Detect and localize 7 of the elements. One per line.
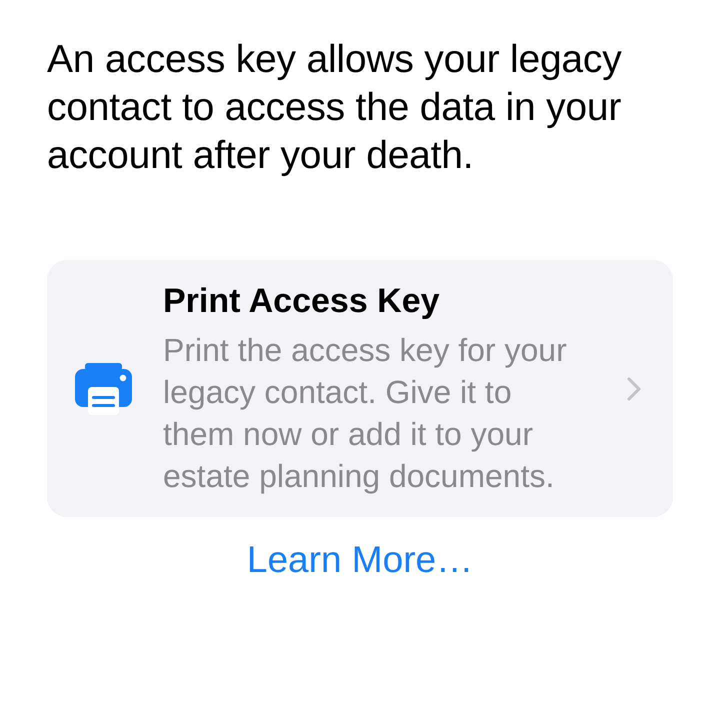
- option-description: Print the access key for your legacy contact. Give it to them now or add it to your estate planning documents.: [163, 330, 568, 496]
- learn-more-link[interactable]: Learn More…: [246, 536, 474, 584]
- option-title: Print Access Key: [163, 280, 441, 320]
- intro-text: An access key allows your legacy contact to access the data in your account after your death.: [47, 37, 623, 179]
- print-access-key-option[interactable]: Print Access Key Print the access key for your legacy contact. Give it to them now or add it to your estate planning documents.: [47, 260, 673, 517]
- chevron-right-icon: [627, 376, 641, 400]
- printer-icon: [75, 362, 132, 414]
